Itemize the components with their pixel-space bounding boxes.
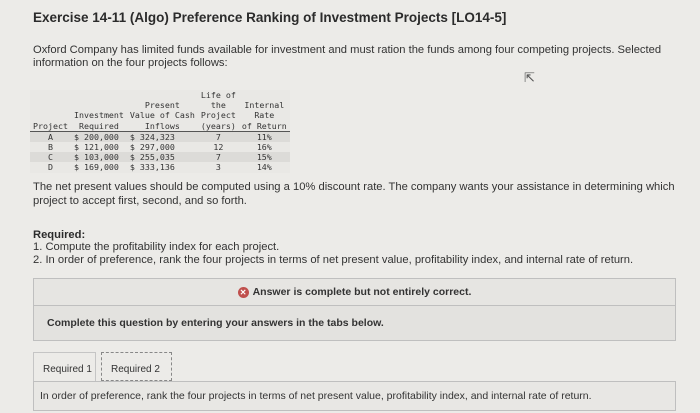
pv-cell: $ 324,323: [126, 131, 198, 143]
table-row: D $ 169,000 $ 333,136 3 14%: [30, 162, 290, 172]
project-cell: C: [30, 152, 71, 163]
life-cell: 12: [213, 142, 224, 153]
tab-required-2[interactable]: Required 2: [101, 352, 172, 381]
tab-required-1[interactable]: Required 1: [33, 352, 96, 381]
error-x-icon: ✕: [237, 286, 249, 298]
investment-cell: $ 169,000: [73, 162, 119, 173]
tab-instructions: Complete this question by entering your …: [33, 306, 676, 341]
project-cell: A: [30, 131, 71, 143]
intro-text: Oxford Company has limited funds availab…: [33, 44, 662, 69]
irr-cell: 16%: [256, 142, 272, 153]
life-cell: 7: [197, 131, 239, 143]
investment-cell: $ 121,000: [73, 142, 119, 153]
header-investment: Investment Required: [70, 90, 127, 132]
pv-cell: $ 297,000: [129, 142, 175, 153]
investment-cell: $ 200,000: [70, 131, 127, 143]
table-row: C $ 103,000 $ 255,035 7 15%: [30, 152, 290, 163]
investment-cell: $ 103,000: [70, 152, 127, 163]
active-tab-prompt: In order of preference, rank the four pr…: [33, 381, 676, 411]
irr-cell: 15%: [238, 152, 290, 163]
project-cell: B: [47, 142, 53, 153]
project-cell: D: [47, 162, 53, 173]
required-item-1: 1. Compute the profitability index for e…: [33, 241, 280, 253]
table-header-row: Project Investment Required Present Valu…: [30, 90, 290, 132]
table-row: A $ 200,000 $ 324,323 7 11%: [30, 131, 290, 143]
life-cell: 3: [215, 162, 221, 173]
answer-status-text: Answer is complete but not entirely corr…: [252, 286, 472, 298]
mouse-cursor-icon: ⇱: [524, 70, 535, 85]
irr-cell: 14%: [256, 162, 272, 173]
project-data-table: Project Investment Required Present Valu…: [30, 90, 290, 173]
header-life: Life of the Project (years): [197, 90, 239, 132]
life-cell: 7: [197, 152, 239, 163]
table-row: B $ 121,000 $ 297,000 12 16%: [30, 142, 290, 152]
irr-cell: 11%: [238, 131, 290, 143]
npv-instructions: The net present values should be compute…: [33, 181, 675, 207]
header-project: Project: [30, 90, 71, 132]
exercise-title: Exercise 14-11 (Algo) Preference Ranking…: [33, 10, 507, 25]
required-heading: Required:: [33, 229, 86, 241]
required-item-2: 2. In order of preference, rank the four…: [33, 254, 634, 266]
pv-cell: $ 333,136: [129, 162, 175, 173]
answer-status-box: ✕ Answer is complete but not entirely co…: [33, 278, 676, 306]
header-irr: Internal Rate of Return: [238, 90, 290, 132]
header-present-value: Present Value of Cash Inflows: [126, 90, 198, 132]
pv-cell: $ 255,035: [126, 152, 198, 163]
